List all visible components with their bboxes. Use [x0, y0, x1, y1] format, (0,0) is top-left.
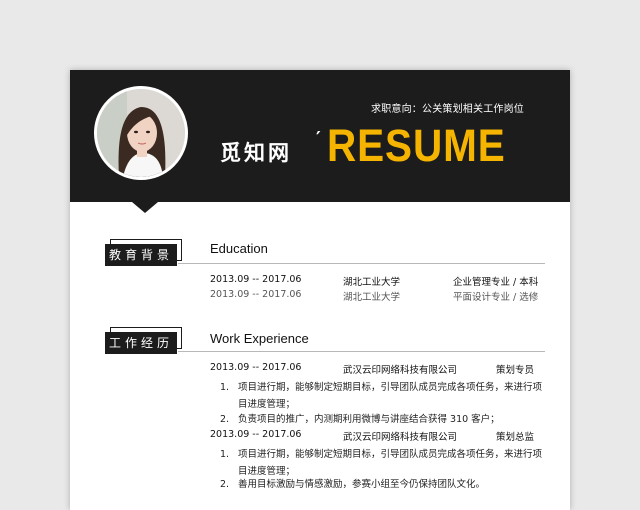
job-item: 2. 负责项目的推广，内测期利用微博与讲座结合获得 310 客户； [220, 411, 550, 428]
item-number: 1. [220, 382, 230, 393]
job-role: 策划专员 [496, 365, 535, 376]
header-pointer [132, 202, 158, 213]
job-company: 武汉云印网络科技有限公司 [343, 432, 458, 443]
item-number: 2. [220, 414, 230, 425]
item-text: 善用目标激励与情感激励，参赛小组至今仍保持团队文化。 [238, 479, 486, 490]
job-item: 1. 项目进行期，能够制定短期目标，引导团队成员完成各项任务，来进行项目进度管理… [220, 446, 550, 480]
edu-period: 2013.09 -- 2017.06 [210, 289, 302, 300]
edu-major: 平面设计专业 / 选修 [453, 292, 539, 303]
resume-page: 求职意向：公关策划相关工作岗位 觅知网 ′ RESUME 教育背景 Educat… [70, 70, 570, 510]
resume-title: RESUME [327, 120, 506, 171]
edu-school: 湖北工业大学 [343, 277, 401, 288]
item-text: 项目进行期，能够制定短期目标，引导团队成员完成各项任务，来进行项目进度管理； [238, 449, 543, 477]
work-title: Work Experience [210, 331, 309, 346]
profile-photo [94, 86, 188, 180]
work-badge-label: 工作经历 [105, 332, 177, 354]
resume-header: 求职意向：公关策划相关工作岗位 觅知网 ′ RESUME [70, 70, 570, 202]
job-item: 2. 善用目标激励与情感激励，参赛小组至今仍保持团队文化。 [220, 476, 550, 493]
brand-name: 觅知网 [220, 141, 292, 165]
education-divider [178, 263, 545, 264]
item-text: 负责项目的推广，内测期利用微博与讲座结合获得 310 客户； [238, 414, 500, 425]
education-badge-label: 教育背景 [105, 244, 177, 266]
job-item: 1. 项目进行期，能够制定短期目标，引导团队成员完成各项任务，来进行项目进度管理… [220, 379, 550, 413]
education-title: Education [210, 241, 268, 256]
job-period: 2013.09 -- 2017.06 [210, 429, 302, 440]
work-divider [178, 351, 545, 352]
job-intent: 求职意向：公关策划相关工作岗位 [371, 104, 524, 115]
job-company: 武汉云印网络科技有限公司 [343, 365, 458, 376]
job-period: 2013.09 -- 2017.06 [210, 362, 302, 373]
work-badge: 工作经历 [105, 327, 182, 354]
brand-mark: ′ [316, 128, 321, 149]
item-number: 2. [220, 479, 230, 490]
edu-school: 湖北工业大学 [343, 292, 401, 303]
item-number: 1. [220, 449, 230, 460]
edu-period: 2013.09 -- 2017.06 [210, 274, 302, 285]
edu-major: 企业管理专业 / 本科 [453, 277, 539, 288]
education-badge: 教育背景 [105, 239, 182, 266]
item-text: 项目进行期，能够制定短期目标，引导团队成员完成各项任务，来进行项目进度管理； [238, 382, 543, 410]
job-role: 策划总监 [496, 432, 535, 443]
